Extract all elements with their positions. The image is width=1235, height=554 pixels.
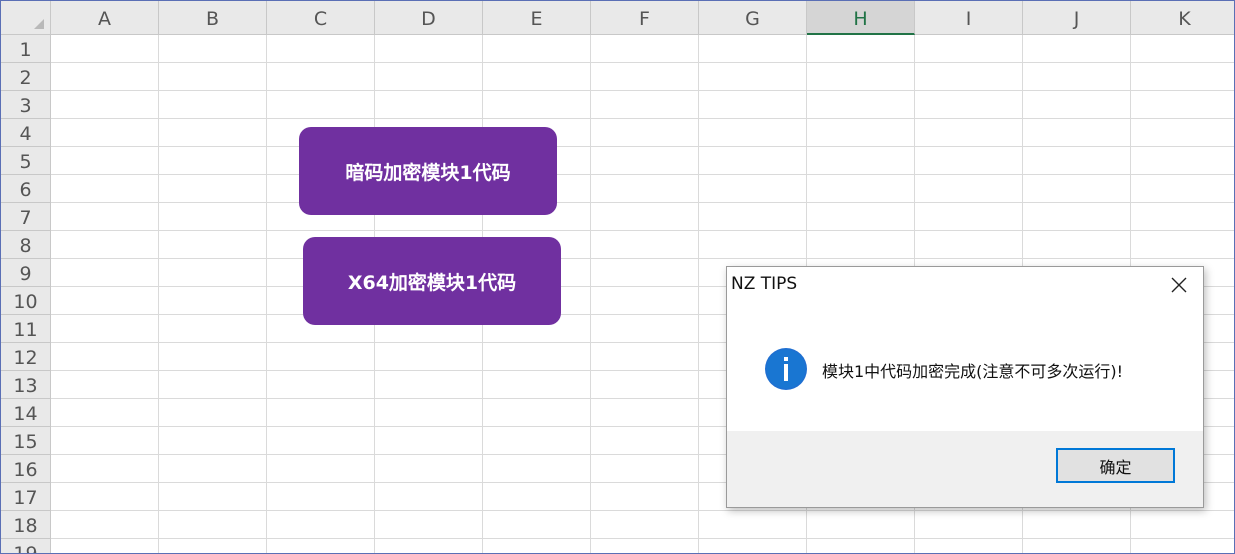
row-header-19[interactable]: 19	[1, 539, 51, 553]
info-icon	[764, 347, 808, 391]
row-header-7[interactable]: 7	[1, 203, 51, 231]
row-header-3[interactable]: 3	[1, 91, 51, 119]
column-header-i[interactable]: I	[915, 1, 1023, 35]
row-header-16[interactable]: 16	[1, 455, 51, 483]
column-header-c[interactable]: C	[267, 1, 375, 35]
ok-button-label: 确定	[1099, 457, 1132, 477]
dialog-title: NZ TIPS	[731, 274, 798, 294]
row-header-1[interactable]: 1	[1, 35, 51, 63]
select-all-corner[interactable]	[1, 1, 51, 35]
column-header-g[interactable]: G	[699, 1, 807, 35]
x64-encrypt-button[interactable]: X64加密模块1代码	[303, 237, 561, 325]
column-header-f[interactable]: F	[591, 1, 699, 35]
row-header-6[interactable]: 6	[1, 175, 51, 203]
ok-button[interactable]: 确定	[1056, 448, 1175, 483]
row-header-17[interactable]: 17	[1, 483, 51, 511]
row-header-2[interactable]: 2	[1, 63, 51, 91]
dialog-message: 模块1中代码加密完成(注意不可多次运行)!	[822, 362, 1124, 381]
encrypt-code-button[interactable]: 暗码加密模块1代码	[299, 127, 557, 215]
encrypt-code-button-label: 暗码加密模块1代码	[345, 161, 511, 184]
column-header-k[interactable]: K	[1131, 1, 1234, 35]
row-header-10[interactable]: 10	[1, 287, 51, 315]
x64-encrypt-button-label: X64加密模块1代码	[347, 271, 517, 294]
column-header-e[interactable]: E	[483, 1, 591, 35]
row-header-12[interactable]: 12	[1, 343, 51, 371]
spreadsheet-window: ABCDEFGHIJK 1 2 3 4 5 6 7 8 9 10 11 12 13 14 15 16 17 18 1…	[0, 0, 1235, 554]
row-header-8[interactable]: 8	[1, 231, 51, 259]
column-header-d[interactable]: D	[375, 1, 483, 35]
row-header-14[interactable]: 14	[1, 399, 51, 427]
column-header-j[interactable]: J	[1023, 1, 1131, 35]
row-header-15[interactable]: 15	[1, 427, 51, 455]
column-header-b[interactable]: B	[159, 1, 267, 35]
row-header-9[interactable]: 9	[1, 259, 51, 287]
row-header-4[interactable]: 4	[1, 119, 51, 147]
row-header-18[interactable]: 18	[1, 511, 51, 539]
row-header-5[interactable]: 5	[1, 147, 51, 175]
column-header-a[interactable]: A	[51, 1, 159, 35]
row-header-13[interactable]: 13	[1, 371, 51, 399]
column-header-h[interactable]: H	[807, 1, 915, 35]
close-icon[interactable]	[1165, 273, 1193, 297]
dialog-footer: 确定	[727, 431, 1203, 507]
row-header-11[interactable]: 11	[1, 315, 51, 343]
message-dialog: NZ TIPS 模块1中代码加密完成(注意不可多次运行)! 确定	[726, 266, 1204, 508]
